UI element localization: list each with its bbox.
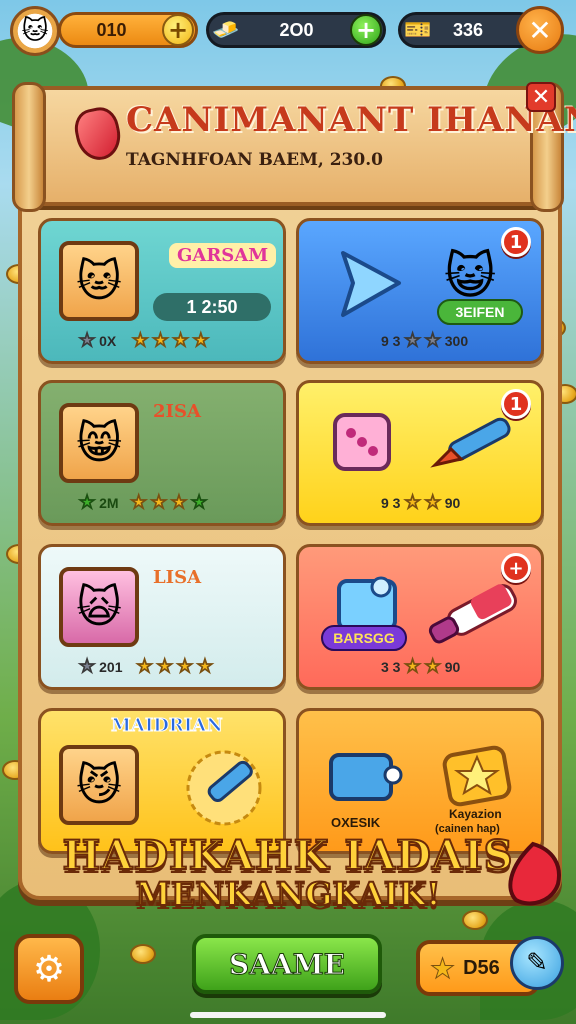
card-count: 0X <box>99 332 117 349</box>
player-avatar[interactable]: 🐱 <box>10 6 60 56</box>
star-icon: ★ <box>150 492 167 513</box>
blue-arrow-icon <box>329 243 409 323</box>
pink-dice-icon <box>325 405 399 479</box>
stars-value: D56 <box>463 956 500 979</box>
star-icon: ★ <box>172 330 189 351</box>
star-icon: ★ <box>404 492 421 513</box>
price-left: 9 3 <box>381 332 401 349</box>
card-title: LISA <box>153 567 202 588</box>
add-gems-button[interactable]: + <box>350 14 382 46</box>
red-gem-icon <box>500 840 566 910</box>
shop-subtitle: TAGNHFOAN BAEM, 230.0 <box>126 150 383 170</box>
top-hud: 🐱 010 + 🧈 2O0 + 🎫 336 ✕ <box>6 6 570 56</box>
paint-tube-icon <box>427 577 523 647</box>
item-tag: BARSGG <box>321 625 407 651</box>
price-left: 3 3 <box>381 658 401 675</box>
star-icon: ★ <box>78 656 96 677</box>
close-shop-button[interactable]: ✕ <box>516 6 564 54</box>
shop-card-garsam[interactable]: 🐱 GARSAM 1 2:50 ★ 0X ★ ★ ★ ★ <box>38 218 286 364</box>
gems-counter: 🧈 2O0 + <box>206 12 386 48</box>
star-icon: ★ <box>191 492 208 513</box>
gear-icon: ⚙ <box>32 948 66 990</box>
promo-line-2: MENKANGKAIK! <box>134 874 441 914</box>
item-price: 3 3 ★ ★ 90 <box>381 656 460 677</box>
star-icon: ★ <box>196 656 214 677</box>
ticket-icon: 🎫 <box>404 17 432 43</box>
banner-close-button[interactable]: ✕ <box>526 82 556 112</box>
cat-avatar-icon: 🐱 <box>21 16 49 46</box>
shop-card-2isa[interactable]: 😸 2ISA ★ 2M ★ ★ ★ ★ <box>38 380 286 526</box>
orange-cat-portrait: 😸 <box>59 403 139 483</box>
main-action-label: SAAME <box>228 947 345 981</box>
gold-bars-icon: 🧈 <box>212 17 240 43</box>
pink-cat-portrait: 🙀 <box>59 567 139 647</box>
notification-badge: + <box>501 553 531 583</box>
scroll-end-left <box>12 82 46 212</box>
star-icon: ★ <box>78 492 96 513</box>
promo-headline: HADIKAHK IADAIS MENKANGKAIK! <box>60 831 516 914</box>
shop-card-lisa[interactable]: 🙀 LISA ★ 201 ★ ★ ★ ★ <box>38 544 286 690</box>
item-price: 9 3 ★ ★ 90 <box>381 492 460 513</box>
shop-card-block-tube[interactable]: BARSGG + 3 3 ★ ★ 90 <box>296 544 544 690</box>
price-right: 300 <box>444 332 469 349</box>
orange-cat-portrait: 😼 <box>59 745 139 825</box>
card-rating: ★ 201 ★ ★ ★ ★ <box>78 656 214 677</box>
coin-decoration <box>130 944 156 964</box>
star-icon: ★ <box>130 492 147 513</box>
star-icon: ★ <box>404 330 421 351</box>
home-indicator <box>190 1012 386 1018</box>
shop-card-arrow-bundle[interactable]: 😺 3EIFEN 1 9 3 ★ ★ 300 <box>296 218 544 364</box>
card-title: GARSAM <box>169 243 277 268</box>
golden-rocket-icon <box>181 745 267 831</box>
paint-brush-icon <box>429 413 519 473</box>
card-count: 201 <box>99 658 123 675</box>
price-left: 9 3 <box>381 494 401 511</box>
main-action-button[interactable]: SAAME <box>192 934 382 994</box>
star-icon: ★ <box>176 656 193 677</box>
price-right: 90 <box>444 658 461 675</box>
card-timer: 1 2:50 <box>153 293 271 321</box>
gems-value: 2O0 <box>279 19 314 40</box>
orange-cat-portrait: 🐱 <box>59 241 139 321</box>
star-icon: ★ <box>424 330 441 351</box>
card-count: 2M <box>99 494 119 511</box>
card-rating: ★ 2M ★ ★ ★ ★ <box>78 492 208 513</box>
star-icon: ★ <box>132 330 149 351</box>
battery-icon <box>327 745 407 809</box>
coins-counter: 010 + <box>58 12 198 48</box>
notification-badge: 1 <box>501 227 531 257</box>
item-tag: 3EIFEN <box>437 299 523 325</box>
card-rating: ★ 0X ★ ★ ★ ★ <box>78 330 209 351</box>
star-icon: ★ <box>429 951 456 985</box>
star-icon: ★ <box>192 330 209 351</box>
star-icon: ★ <box>136 656 153 677</box>
star-icon: ★ <box>424 656 441 677</box>
shop-title: CANIMANANT IHANAN <box>126 100 576 140</box>
coin-decoration <box>462 910 488 930</box>
item-price: 9 3 ★ ★ 300 <box>381 330 468 351</box>
notification-badge: 1 <box>501 389 531 419</box>
price-right: 90 <box>444 494 461 511</box>
shop-card-dice-brush[interactable]: 1 9 3 ★ ★ 90 <box>296 380 544 526</box>
settings-button[interactable]: ⚙ <box>14 934 84 1004</box>
star-icon: ★ <box>152 330 169 351</box>
pencil-edit-button[interactable]: ✎ <box>510 936 564 990</box>
promo-line-1: HADIKAHK IADAIS <box>62 831 514 880</box>
star-icon: ★ <box>170 492 188 513</box>
add-coins-button[interactable]: + <box>162 14 194 46</box>
item-label-title: Kayazion <box>449 807 502 821</box>
card-title: MAIDRIAN <box>111 715 224 737</box>
coins-value: 010 <box>96 19 127 40</box>
gold-star-chest-icon <box>439 737 519 807</box>
pencil-icon: ✎ <box>526 948 548 978</box>
star-icon: ★ <box>156 656 173 677</box>
star-icon: ★ <box>404 656 421 677</box>
card-title: 2ISA <box>153 401 201 422</box>
item-label: OXESIK <box>331 815 381 830</box>
star-icon: ★ <box>424 492 441 513</box>
star-icon: ★ <box>78 330 96 351</box>
